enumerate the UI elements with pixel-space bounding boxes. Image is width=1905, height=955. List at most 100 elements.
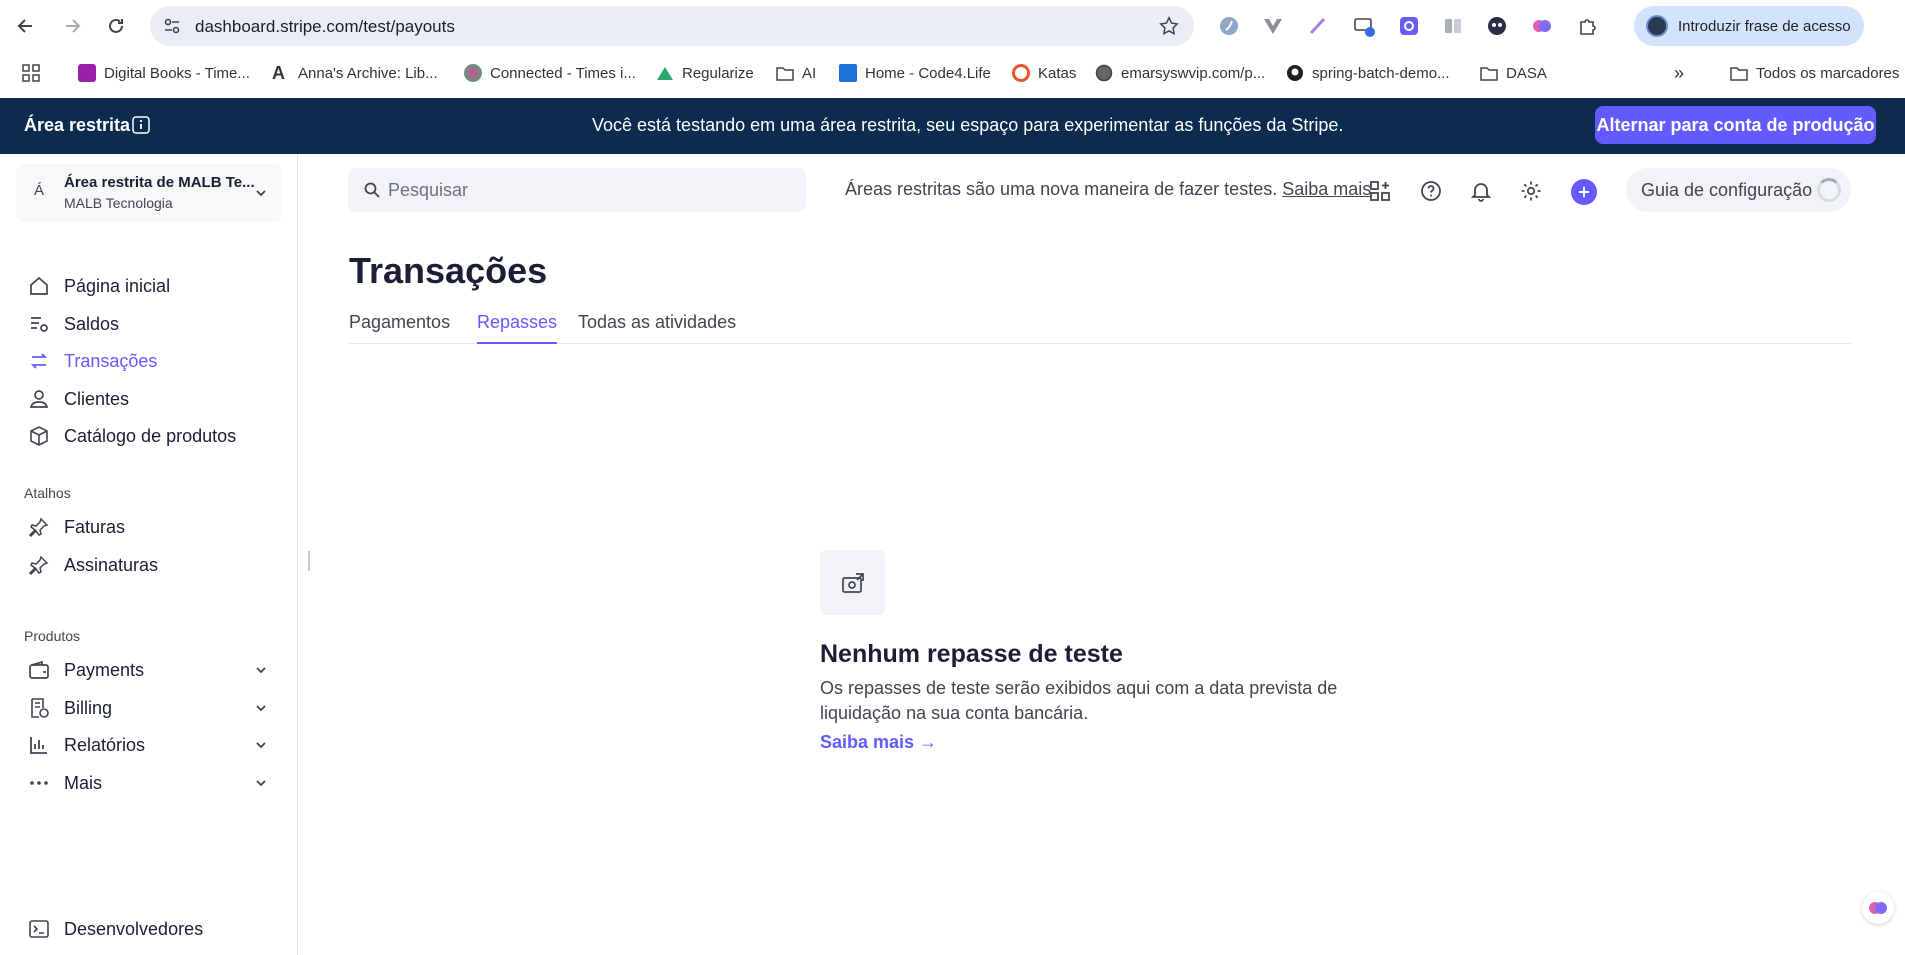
all-bookmarks-folder[interactable]: Todos os marcadores (1730, 62, 1899, 84)
puzzle-extensions-icon[interactable] (1576, 14, 1600, 38)
reload-icon (109, 18, 123, 33)
pin-icon (28, 555, 49, 576)
page-title: Transações (349, 250, 548, 291)
forward-button[interactable] (56, 10, 88, 42)
browser-toolbar: dashboard.stripe.com/test/payouts Introd… (0, 0, 1905, 52)
chevron-down-icon (256, 667, 266, 674)
shortcuts-heading: Atalhos (24, 485, 71, 501)
sandbox-note-text: Áreas restritas são uma nova maneira de … (845, 179, 1278, 199)
tab-payouts[interactable]: Repasses (477, 312, 558, 344)
progress-ring-icon (1817, 178, 1841, 202)
bookmark-item[interactable]: Katas (1012, 62, 1076, 84)
sidebar-item-customers[interactable]: Clientes (28, 385, 129, 413)
sidebar-item-developers[interactable]: Desenvolvedores (28, 915, 203, 943)
bookmark-item[interactable]: Connected - Times i... (464, 62, 636, 84)
sandbox-note: Áreas restritas são uma nova maneira de … (845, 179, 1371, 200)
sidebar-item-label: Desenvolvedores (64, 918, 204, 939)
tab-payments[interactable]: Pagamentos (349, 312, 450, 342)
sidebar-item-label: Mais (64, 772, 103, 793)
reload-button[interactable] (100, 10, 132, 42)
switch-to-live-button[interactable]: Alternar para conta de produção (1595, 106, 1876, 144)
bell-icon[interactable] (1469, 179, 1493, 203)
bookmark-item[interactable]: emarsyswvip.com/p... (1095, 62, 1265, 84)
sidebar-item-home[interactable]: Página inicial (28, 272, 170, 300)
bookmark-folder[interactable]: AI (776, 62, 816, 84)
plus-icon (1578, 186, 1590, 198)
sidebar-item-invoices[interactable]: Faturas (28, 513, 125, 541)
bookmark-label: Katas (1038, 64, 1077, 82)
help-icon[interactable] (1419, 179, 1443, 203)
info-icon[interactable] (132, 116, 150, 134)
sidebar-item-subscriptions[interactable]: Assinaturas (28, 551, 158, 579)
transactions-icon (30, 353, 48, 369)
apps-add-icon[interactable] (1368, 179, 1392, 203)
back-button[interactable] (10, 10, 42, 42)
extension-1-icon[interactable] (1217, 14, 1241, 38)
screen-extension-icon[interactable] (1352, 14, 1376, 38)
site-settings-icon[interactable] (162, 16, 182, 36)
chevron-down-icon (256, 705, 266, 712)
profile-avatar (1646, 15, 1668, 37)
bookmark-item[interactable]: A Anna's Archive: Lib... (272, 62, 438, 84)
banner-message: Você está testando em uma área restrita,… (592, 115, 1344, 135)
apps-grid-icon[interactable] (22, 64, 40, 82)
customers-icon (29, 390, 49, 408)
search-input[interactable] (388, 178, 788, 202)
bookmark-item[interactable]: Regularize (656, 62, 754, 84)
setup-guide-label: Guia de configuração (1641, 180, 1813, 200)
bookmark-label: Todos os marcadores (1756, 64, 1900, 82)
pen-extension-icon[interactable] (1306, 14, 1330, 38)
sidebar-item-billing[interactable]: Billing (28, 694, 266, 722)
url-text[interactable]: dashboard.stripe.com/test/payouts (195, 17, 455, 37)
billing-icon (31, 698, 49, 718)
tab-all-activity[interactable]: Todas as atividades (578, 312, 736, 342)
sidebar-item-label: Billing (64, 697, 113, 718)
bookmark-folder[interactable]: DASA (1480, 62, 1547, 84)
bookmark-label: emarsyswvip.com/p... (1121, 64, 1266, 82)
sidebar-item-transactions[interactable]: Transações (28, 347, 157, 375)
brain-extension-icon[interactable] (1530, 14, 1554, 38)
profile-button[interactable]: Introduzir frase de acesso (1634, 6, 1864, 46)
empty-state-description: Os repasses de teste serão exibidos aqui… (820, 678, 1338, 723)
create-button[interactable] (1571, 179, 1597, 205)
learn-more-link[interactable]: Saiba mais → (820, 732, 937, 753)
bookmark-item[interactable]: Digital Books - Time... (78, 62, 250, 84)
account-name: Área restrita de MALB Te... (64, 174, 255, 191)
katas-icon (1012, 64, 1030, 82)
sandbox-learn-more-link[interactable]: Saiba mais (1282, 179, 1371, 199)
sidebar-item-label: Assinaturas (64, 554, 159, 575)
vuejs-extension-icon[interactable] (1261, 14, 1285, 38)
sidebar-item-label: Página inicial (64, 275, 171, 296)
sidebar-item-reports[interactable]: Relatórios (28, 731, 266, 759)
bookmark-label: Digital Books - Time... (104, 64, 250, 82)
setup-guide-button[interactable]: Guia de configuração (1626, 168, 1851, 212)
bookmark-item[interactable]: Home - Code4.Life (839, 62, 991, 84)
bookmark-label: Anna's Archive: Lib... (298, 64, 438, 82)
dashboard-app: Á Área restrita de MALB Te... MALB Tecno… (0, 154, 1905, 955)
search-box[interactable] (348, 168, 806, 212)
settings-extension-icon[interactable] (1397, 14, 1421, 38)
github-icon (1286, 64, 1304, 82)
sidebar-item-product-catalog[interactable]: Catálogo de produtos (28, 422, 236, 450)
reader-extension-icon[interactable] (1441, 14, 1465, 38)
sidebar-item-more[interactable]: Mais (28, 769, 266, 797)
globe-icon (1095, 64, 1113, 82)
sidebar-resize-handle[interactable] (308, 551, 310, 571)
bookmark-item[interactable]: spring-batch-demo... (1286, 62, 1450, 84)
face-extension-icon[interactable] (1485, 14, 1509, 38)
account-switcher[interactable]: Á Área restrita de MALB Te... MALB Tecno… (16, 164, 282, 222)
more-icon (30, 781, 48, 785)
address-bar[interactable]: dashboard.stripe.com/test/payouts (150, 6, 1194, 46)
tab-bar: Pagamentos Repasses Todas as atividades (349, 304, 1851, 344)
more-bookmarks-button[interactable]: » (1674, 62, 1684, 84)
code4life-icon (839, 64, 857, 82)
gear-icon[interactable] (1519, 179, 1543, 203)
bookmark-label: Regularize (682, 64, 754, 82)
bookmark-star-icon[interactable] (1158, 15, 1180, 37)
chevron-down-icon (256, 780, 266, 787)
sidebar-item-label: Saldos (64, 313, 120, 334)
arrow-left-icon (17, 19, 32, 33)
sidebar-item-balances[interactable]: Saldos (28, 310, 119, 338)
sidebar-item-payments[interactable]: Payments (28, 656, 266, 684)
assistant-button[interactable] (1862, 892, 1894, 924)
